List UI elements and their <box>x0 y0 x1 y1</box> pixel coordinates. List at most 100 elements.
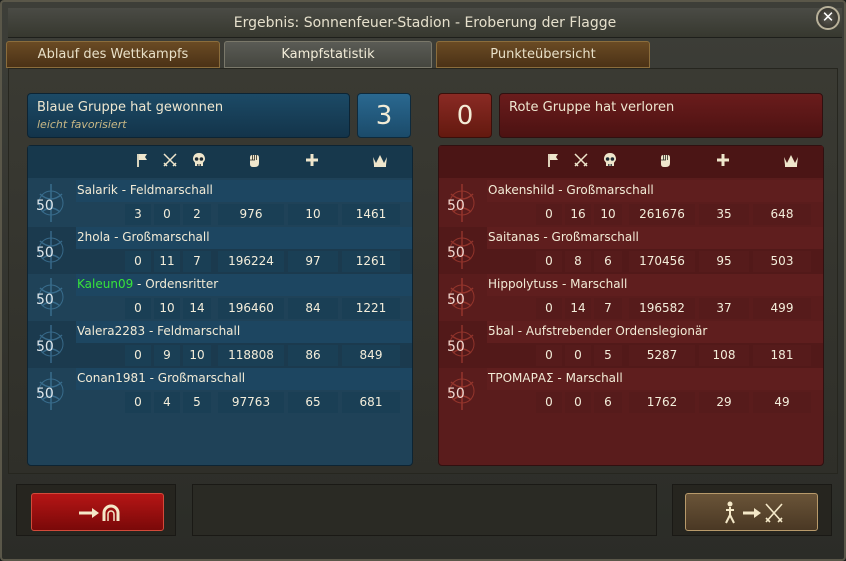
stat-flag: 0 <box>125 251 151 272</box>
player-name: Salarik <box>77 183 118 197</box>
stat-crossed-swords: 4 <box>154 392 180 413</box>
plus-icon <box>711 152 735 174</box>
player-row[interactable]: 50 Oakenshild - Großmarschall 0 16 10 261676 3… <box>439 180 823 227</box>
name-separator: - <box>133 277 146 291</box>
stat-crossed-swords: 14 <box>565 298 591 319</box>
arrow-to-gate-icon <box>79 504 120 521</box>
stat-flag: 0 <box>125 298 151 319</box>
name-separator: - <box>554 183 567 197</box>
name-separator: - <box>558 277 571 291</box>
red-score: 0 <box>438 93 492 138</box>
stat-crossed-swords: 16 <box>565 204 591 225</box>
player-rank: Feldmarschall <box>129 183 213 197</box>
stat-crossed-swords: 0 <box>565 345 591 366</box>
stat-skull: 7 <box>183 251 211 272</box>
flag-icon <box>541 152 565 174</box>
player-rank: Marschall <box>565 371 623 385</box>
player-row[interactable]: 50 Salarik - Feldmarschall 3 0 2 976 10 1461 <box>28 180 412 227</box>
stat-crossed-swords: 11 <box>154 251 180 272</box>
stat-flag: 0 <box>125 345 151 366</box>
player-level: 50 <box>36 198 54 214</box>
skull-icon <box>598 152 622 174</box>
tab-ablauf[interactable]: Ablauf des Wettkampfs <box>6 41 220 68</box>
stat-plus: 84 <box>288 298 338 319</box>
message-panel <box>192 484 657 536</box>
player-name-rank[interactable]: Hippolytuss - Marschall <box>488 277 627 291</box>
name-separator: - <box>110 230 123 244</box>
crown-icon <box>779 152 803 174</box>
player-rank: Großmarschall <box>551 230 639 244</box>
stat-skull: 10 <box>594 204 622 225</box>
player-level: 50 <box>447 198 465 214</box>
stat-skull: 5 <box>594 345 622 366</box>
player-name-rank[interactable]: Saitanas - Großmarschall <box>488 230 639 244</box>
tab-punkteuebersicht[interactable]: Punkteübersicht <box>436 41 650 68</box>
player-name-rank[interactable]: Kaleun09 - Ordensritter <box>77 277 218 291</box>
stat-crown: 849 <box>342 345 400 366</box>
name-separator: - <box>513 324 526 338</box>
player-rank: Aufstrebender Ordenslegionär <box>525 324 708 338</box>
stat-skull: 6 <box>594 251 622 272</box>
stat-crown: 503 <box>753 251 811 272</box>
stat-skull: 7 <box>594 298 622 319</box>
player-name-rank[interactable]: Conan1981 - Großmarschall <box>77 371 245 385</box>
blue-score: 3 <box>357 93 411 138</box>
stat-flag: 0 <box>536 345 562 366</box>
stat-crown: 181 <box>753 345 811 366</box>
player-name-rank[interactable]: Salarik - Feldmarschall <box>77 183 213 197</box>
player-row[interactable]: 50 2hola - Großmarschall 0 11 7 196224 97 1261 <box>28 227 412 274</box>
player-rank: Marschall <box>570 277 628 291</box>
player-rank: Feldmarschall <box>157 324 241 338</box>
player-name-rank[interactable]: 2hola - Großmarschall <box>77 230 210 244</box>
tab-kampfstatistik[interactable]: Kampfstatistik <box>224 41 432 68</box>
stat-flag: 3 <box>125 204 151 225</box>
player-name: Conan1981 <box>77 371 146 385</box>
stat-plus: 86 <box>288 345 338 366</box>
player-rank: Ordensritter <box>145 277 219 291</box>
stat-skull: 6 <box>594 392 622 413</box>
player-level: 50 <box>447 339 465 355</box>
red-result-banner: Rote Gruppe hat verloren <box>499 93 823 138</box>
crossed-swords-icon <box>569 152 593 174</box>
player-name-rank[interactable]: 5bal - Aufstrebender Ordenslegionär <box>488 324 707 338</box>
title-bar: Ergebnis: Sonnenfeuer-Stadion - Eroberun… <box>8 8 842 38</box>
player-row[interactable]: 50 Saitanas - Großmarschall 0 8 6 170456 95 503 <box>439 227 823 274</box>
red-team-header <box>439 146 823 178</box>
name-separator: - <box>117 183 130 197</box>
window-title: Ergebnis: Sonnenfeuer-Stadion - Eroberun… <box>233 15 617 31</box>
stat-fist: 196224 <box>218 251 284 272</box>
player-row[interactable]: 50 Hippolytuss - Marschall 0 14 7 196582 37 499 <box>439 274 823 321</box>
stat-fist: 196582 <box>629 298 695 319</box>
player-rank: Großmarschall <box>122 230 210 244</box>
stat-fist: 196460 <box>218 298 284 319</box>
player-row[interactable]: 50 Kaleun09 - Ordensritter 0 10 14 196460 84 12… <box>28 274 412 321</box>
player-name-rank[interactable]: Oakenshild - Großmarschall <box>488 183 654 197</box>
stat-fist: 5287 <box>629 345 695 366</box>
player-row[interactable]: 50 Valera2283 - Feldmarschall 0 9 10 118808 86… <box>28 321 412 368</box>
crown-icon <box>368 152 392 174</box>
player-name: Valera2283 <box>77 324 146 338</box>
blue-team-table: 50 Salarik - Feldmarschall 3 0 2 976 10 1461 50 2… <box>27 145 413 466</box>
stat-crown: 49 <box>753 392 811 413</box>
player-name: ΤΡΟΜΑΡΑΣ <box>488 371 554 385</box>
stat-skull: 2 <box>183 204 211 225</box>
player-name-rank[interactable]: Valera2283 - Feldmarschall <box>77 324 240 338</box>
player-name-rank[interactable]: ΤΡΟΜΑΡΑΣ - Marschall <box>488 371 623 385</box>
stat-skull: 14 <box>183 298 211 319</box>
player-level: 50 <box>36 245 54 261</box>
player-level: 50 <box>447 386 465 402</box>
player-row[interactable]: 50 5bal - Aufstrebender Ordenslegionär 0 0 5… <box>439 321 823 368</box>
stat-plus: 97 <box>288 251 338 272</box>
close-button[interactable]: ✕ <box>816 6 840 30</box>
player-row[interactable]: 50 Conan1981 - Großmarschall 0 4 5 97763 65 681 <box>28 368 412 415</box>
leave-arena-button[interactable] <box>31 493 164 531</box>
player-name: Saitanas <box>488 230 540 244</box>
stat-crown: 499 <box>753 298 811 319</box>
stat-plus: 29 <box>699 392 749 413</box>
join-battle-button[interactable] <box>685 493 818 531</box>
player-name: 5bal <box>488 324 514 338</box>
stat-crossed-swords: 10 <box>154 298 180 319</box>
name-separator: - <box>539 230 552 244</box>
player-row[interactable]: 50 ΤΡΟΜΑΡΑΣ - Marschall 0 0 6 1762 29 49 <box>439 368 823 415</box>
name-separator: - <box>553 371 566 385</box>
